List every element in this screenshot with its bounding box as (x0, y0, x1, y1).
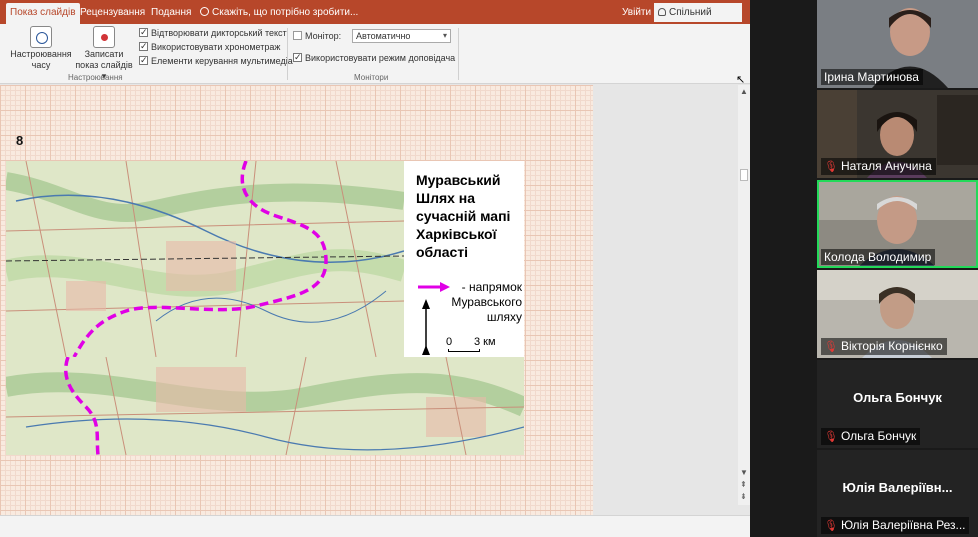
ribbon-body: Настроювання часу Записати показ слайдів… (0, 24, 750, 84)
prev-slide-icon[interactable]: ⇞ (740, 480, 747, 489)
next-slide-icon[interactable]: ⇟ (740, 492, 747, 501)
ribbon-tabbar: Показ слайдів Рецензування Подання Скажі… (0, 0, 750, 37)
participant-name: Ірина Мартинова (821, 69, 923, 85)
checkbox-icon (139, 54, 148, 66)
mouse-cursor-icon: ↖ (736, 74, 746, 86)
checkbox-icon (293, 51, 302, 63)
map-legend-panel: Муравський Шлях на сучасній мапі Харківс… (404, 161, 524, 357)
checkbox-icon (139, 26, 148, 38)
stopwatch-icon (30, 26, 52, 48)
participant-display-name: Ольга Бончук (853, 390, 942, 405)
topographic-map-bottom (6, 357, 524, 455)
tell-me-box[interactable]: Скажіть, що потрібно зробити... (200, 3, 358, 22)
participant-tile[interactable]: Юлія Валеріївн... 🎙︎ Юлія Валеріївна Рез.… (817, 450, 978, 537)
lightbulb-icon (200, 7, 209, 16)
participant-tile[interactable]: 🎙︎ Вікторія Корнієнко (817, 270, 978, 358)
person-icon (658, 8, 666, 16)
media-controls-checkbox[interactable]: Елементи керування мультимедіа (139, 54, 293, 67)
participant-display-name: Юлія Валеріївн... (842, 480, 953, 495)
mic-muted-icon: 🎙︎ (824, 520, 838, 532)
participant-name: 🎙︎ Вікторія Корнієнко (821, 338, 947, 355)
mic-muted-icon: 🎙︎ (824, 431, 838, 443)
scroll-thumb[interactable] (740, 169, 748, 181)
map-title: Муравський Шлях на сучасній мапі Харківс… (416, 172, 511, 260)
mic-muted-icon: 🎙︎ (824, 341, 838, 353)
status-bar (0, 515, 750, 537)
setup-group-label: Настроювання (68, 73, 123, 82)
participant-tile-active-speaker[interactable]: Колода Володимир (817, 180, 978, 268)
play-narrations-checkbox[interactable]: Відтворювати дикторський текст (139, 26, 287, 39)
sign-in-link[interactable]: Увійти (622, 3, 651, 22)
share-button[interactable]: Спільний доступ (654, 3, 742, 37)
tab-review[interactable]: Рецензування (76, 3, 149, 24)
monitor-select[interactable]: Автоматично (352, 29, 451, 43)
participant-name: 🎙︎ Юлія Валеріївна Рез... (821, 517, 970, 534)
participant-tile[interactable]: Ольга Бончук 🎙︎ Ольга Бончук (817, 360, 978, 448)
monitor-icon (293, 31, 302, 40)
rehearse-label: Настроювання часу (10, 49, 72, 70)
monitors-group-label: Монітори (354, 73, 389, 82)
checkbox-label: Елементи керування мультимедіа (151, 56, 293, 66)
presenter-view-checkbox[interactable]: Використовувати режим доповідача (293, 51, 456, 64)
rehearse-timings-button[interactable]: Настроювання часу (10, 26, 72, 71)
checkbox-label: Відтворювати дикторський текст (151, 28, 287, 38)
slide-number: 8 (16, 133, 24, 148)
monitor-label: Монітор: (293, 31, 341, 41)
tab-slide-show[interactable]: Показ слайдів (6, 3, 80, 24)
participant-name: Колода Володимир (821, 249, 936, 265)
checkbox-label: Використовувати режим доповідача (305, 53, 456, 63)
vertical-scrollbar[interactable]: ▲ ▼ ⇞ ⇟ (738, 85, 750, 505)
group-separator (287, 28, 288, 80)
slide-canvas[interactable]: 8 Муравський Шлях на сучасній мапі Харкі… (0, 85, 593, 515)
use-timings-checkbox[interactable]: Використовувати хронометраж (139, 40, 281, 53)
checkbox-icon (139, 40, 148, 52)
participants-gallery: Ірина Мартинова 🎙︎ Наталя Анучина Колода … (817, 0, 978, 537)
slide-workspace: 8 Муравський Шлях на сучасній мапі Харкі… (0, 85, 740, 515)
group-separator (458, 28, 459, 80)
participant-tile[interactable]: Ірина Мартинова (817, 0, 978, 88)
checkbox-label: Використовувати хронометраж (151, 42, 281, 52)
powerpoint-window: Показ слайдів Рецензування Подання Скажі… (0, 0, 750, 537)
topographic-map-top (6, 161, 404, 357)
tab-view[interactable]: Подання (147, 3, 195, 24)
record-icon (93, 26, 115, 48)
scale-zero-label: 0 (446, 336, 453, 348)
scroll-up-icon[interactable]: ▲ (740, 87, 748, 96)
scroll-down-icon[interactable]: ▼ (740, 468, 748, 477)
scale-bar (448, 349, 480, 352)
mic-muted-icon: 🎙︎ (824, 161, 838, 173)
north-arrow-icon (422, 299, 430, 355)
participant-tile[interactable]: 🎙︎ Наталя Анучина (817, 90, 978, 178)
tell-me-text: Скажіть, що потрібно зробити... (212, 7, 359, 18)
legend-arrow-icon (418, 282, 450, 292)
scale-three-label: 3 км (474, 336, 496, 348)
participant-name: 🎙︎ Ольга Бончук (821, 428, 921, 445)
participant-name: 🎙︎ Наталя Анучина (821, 158, 936, 175)
